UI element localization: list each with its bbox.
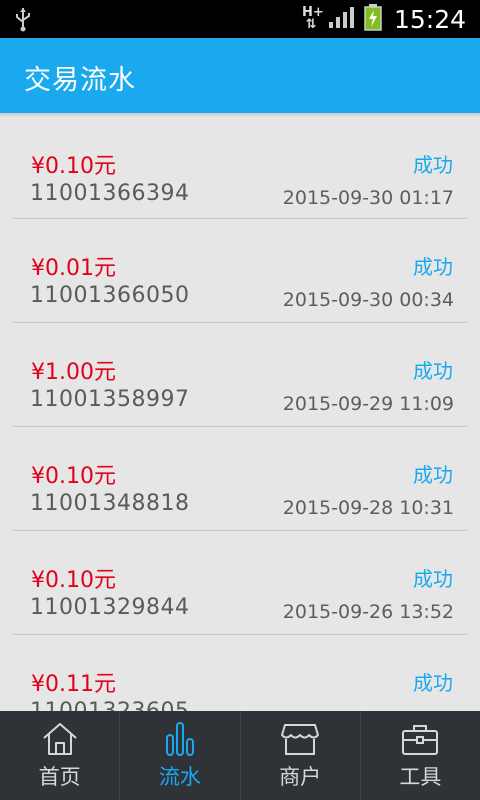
tab-merchant[interactable]: 商户 <box>239 711 360 800</box>
transaction-time: 2015-09-28 10:31 <box>282 497 454 519</box>
tab-label: 商户 <box>279 765 322 789</box>
transaction-time: 2015-09-30 00:34 <box>282 289 454 311</box>
status-time: 15:24 <box>393 4 466 34</box>
transaction-amount: ¥0.01元 <box>31 256 116 281</box>
transaction-amount: ¥0.10元 <box>31 568 116 593</box>
transaction-status: 成功 <box>413 671 453 695</box>
transaction-list[interactable]: ¥0.10元 11001366394 成功 2015-09-30 01:17 ¥… <box>0 117 480 711</box>
battery-icon <box>364 3 382 35</box>
status-bar: H+ ⇅ 15:24 <box>0 0 480 38</box>
network-label: H+ <box>301 5 324 20</box>
transaction-amount: ¥0.11元 <box>31 672 116 697</box>
bar-chart-icon <box>160 721 200 761</box>
transaction-id: 11001323605 <box>30 699 189 711</box>
transaction-amount: ¥0.10元 <box>31 464 116 489</box>
store-icon <box>280 721 320 761</box>
transaction-amount: ¥1.00元 <box>31 360 116 385</box>
list-item[interactable]: ¥1.00元 11001358997 成功 2015-09-29 11:09 <box>13 323 467 427</box>
transaction-id: 11001329844 <box>30 595 190 620</box>
transaction-status: 成功 <box>413 567 453 591</box>
transaction-status: 成功 <box>413 463 453 487</box>
list-item[interactable]: ¥0.10元 11001329844 成功 2015-09-26 13:52 <box>13 531 467 635</box>
tab-transactions[interactable]: 流水 <box>119 711 239 800</box>
transaction-time: 2015-09-30 01:17 <box>282 187 454 209</box>
network-type: H+ ⇅ <box>301 5 324 32</box>
transaction-id: 11001348818 <box>30 491 190 516</box>
transaction-status: 成功 <box>413 359 453 383</box>
tab-label: 首页 <box>38 765 81 789</box>
transaction-id: 11001366050 <box>30 283 190 308</box>
transaction-status: 成功 <box>413 153 453 177</box>
usb-icon <box>14 6 32 36</box>
app-bar: 交易流水 <box>0 38 480 117</box>
list-item[interactable]: ¥0.10元 11001366394 成功 2015-09-30 01:17 <box>13 117 467 219</box>
transaction-amount: ¥0.10元 <box>31 154 116 179</box>
list-item[interactable]: ¥0.11元 11001323605 成功 <box>13 635 467 711</box>
page-title: 交易流水 <box>24 65 136 96</box>
home-icon <box>40 721 80 761</box>
transaction-id: 11001366394 <box>30 181 190 206</box>
tab-label: 流水 <box>158 765 201 789</box>
transaction-time: 2015-09-26 13:52 <box>282 601 454 623</box>
tab-label: 工具 <box>399 765 442 789</box>
transaction-status: 成功 <box>413 255 453 279</box>
toolbox-icon <box>400 721 440 761</box>
tab-tools[interactable]: 工具 <box>359 711 480 800</box>
list-item[interactable]: ¥0.01元 11001366050 成功 2015-09-30 00:34 <box>13 219 467 323</box>
transaction-id: 11001358997 <box>30 387 190 412</box>
transaction-time: 2015-09-29 11:09 <box>282 393 454 415</box>
tab-home[interactable]: 首页 <box>0 711 119 800</box>
bottom-tab-bar: 首页 流水 商户 工具 <box>0 711 480 800</box>
list-item[interactable]: ¥0.10元 11001348818 成功 2015-09-28 10:31 <box>13 427 467 531</box>
signal-icon <box>328 5 356 33</box>
